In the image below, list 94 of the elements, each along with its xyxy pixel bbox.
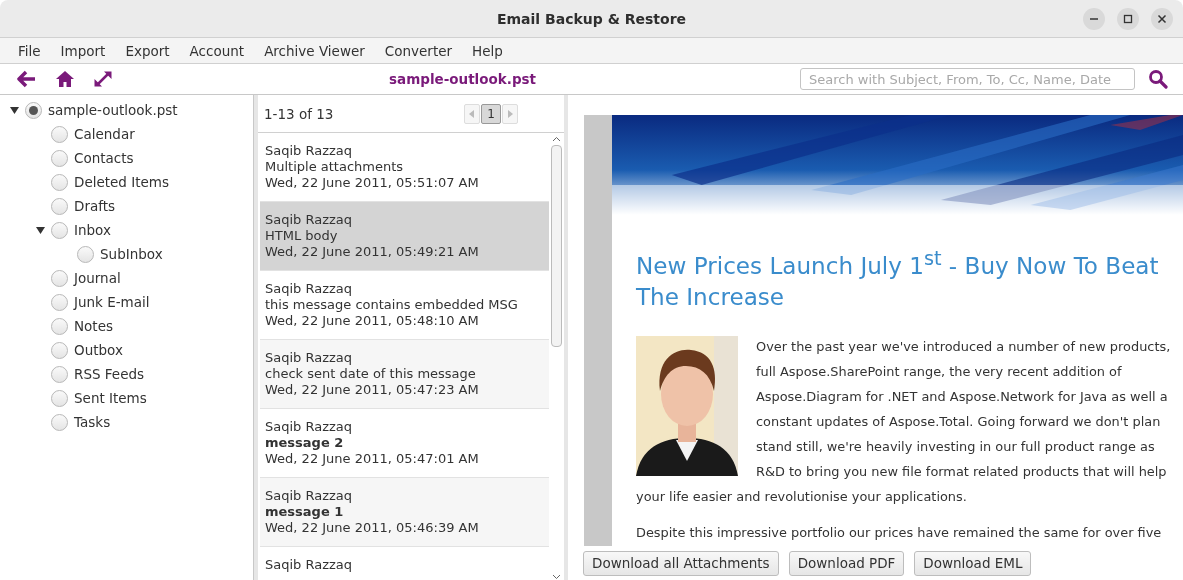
radio-button[interactable] — [51, 197, 68, 215]
radio-button[interactable] — [51, 389, 68, 407]
back-arrow-icon[interactable] — [17, 70, 37, 88]
email-text: full Aspose.SharePoint range, the very recent addition of — [756, 362, 1123, 381]
folder-item[interactable]: Outbox — [74, 342, 123, 358]
sender-name: Saqib Razzaq — [265, 350, 354, 366]
radio-button[interactable] — [51, 293, 68, 311]
folder-item[interactable]: Drafts — [74, 198, 116, 214]
radio-button[interactable] — [51, 125, 68, 143]
folder-item[interactable]: sample-outlook.pst — [48, 102, 178, 118]
message-item[interactable]: Saqib Razzaq HTML body Wed, 22 June 2011, 05:49:21 AM — [260, 202, 549, 271]
menu-item[interactable]: Account — [179, 42, 255, 59]
minimize-icon — [1089, 18, 1099, 20]
radio-button[interactable] — [51, 221, 68, 239]
home-icon[interactable] — [55, 70, 75, 88]
caret-right-icon — [507, 109, 513, 118]
sender-name: Saqib Razzaq — [265, 281, 354, 297]
scroll-down-icon[interactable] — [552, 574, 561, 580]
email-text: R&D to bring you new file format related products that will help — [756, 462, 1168, 481]
scroll-up-icon[interactable] — [552, 136, 561, 142]
scrollbar-thumb[interactable] — [551, 145, 562, 347]
folder-item[interactable]: Sent Items — [74, 390, 147, 406]
message-subject: HTML body — [265, 228, 339, 244]
message-subject: check sent date of this message — [265, 366, 477, 382]
message-date: Wed, 22 June 2011, 05:51:07 AM — [265, 175, 480, 191]
menu-item[interactable]: Help — [462, 42, 513, 59]
email-text: stand still, we're heavily investing in our full product range as — [756, 437, 1156, 456]
radio-button[interactable] — [51, 365, 68, 383]
message-date: Wed, 22 June 2011, 05:47:01 AM — [265, 451, 480, 467]
folder-item[interactable]: Junk E-mail — [74, 294, 150, 310]
menu-item[interactable]: File — [8, 42, 51, 59]
message-date: Wed, 22 June 2011, 05:47:23 AM — [265, 382, 480, 398]
maximize-icon — [1123, 14, 1133, 24]
search-icon[interactable] — [1148, 69, 1168, 89]
email-text: constant updates of Aspose.Total. Going forward we don't plan — [756, 412, 1162, 431]
message-date: Wed, 22 June 2011, 05:48:10 AM — [265, 313, 480, 329]
sender-name: Saqib Razzaq — [265, 212, 354, 228]
radio-button[interactable] — [51, 317, 68, 335]
page-button[interactable]: 1 — [481, 103, 501, 124]
email-text: Despite this impressive portfolio our prices have remained the same for over five — [636, 523, 1163, 542]
message-item[interactable]: Saqib Razzaq check sent date of this message Wed, 22 June 2011, 05:47:23 AM — [260, 340, 549, 409]
folder-item[interactable]: RSS Feeds — [74, 366, 145, 382]
radio-button[interactable] — [51, 413, 68, 431]
message-subject: message 2 — [265, 435, 345, 451]
download-button[interactable]: Download EML — [914, 550, 1032, 576]
folder-item[interactable]: SubInbox — [100, 246, 163, 262]
search-field[interactable]: Search with Subject, From, To, Cc, Name, Date — [800, 68, 1135, 90]
message-subject: this message contains embedded MSG — [265, 297, 519, 313]
radio-button[interactable] — [51, 341, 68, 359]
message-subject: Multiple attachments — [265, 159, 405, 175]
collapse-arrow-icon[interactable] — [36, 225, 45, 235]
folder-item[interactable]: Inbox — [74, 222, 111, 238]
message-count: 1-13 of 13 — [264, 105, 334, 122]
minimize-button[interactable] — [1083, 8, 1105, 30]
window-title: Email Backup & Restore — [496, 10, 687, 27]
collapse-arrow-icon[interactable] — [10, 105, 19, 115]
menu-item[interactable]: Converter — [374, 42, 463, 59]
sender-name: Saqib Razzaq — [265, 557, 354, 573]
sender-name: Saqib Razzaq — [265, 143, 354, 159]
next-page-button[interactable] — [502, 103, 518, 124]
email-heading: New Prices Launch July 1$^{st}$ - Buy Now To Beat — [636, 246, 1160, 281]
previous-page-button[interactable] — [464, 103, 480, 124]
menu-item[interactable]: Import — [50, 42, 116, 59]
radio-button[interactable] — [51, 149, 68, 167]
close-button[interactable] — [1151, 8, 1173, 30]
expand-icon[interactable] — [93, 70, 113, 88]
radio-button[interactable] — [25, 101, 42, 119]
folder-item[interactable]: Contacts — [74, 150, 134, 166]
file-name: sample-outlook.pst — [389, 71, 537, 87]
sender-name: Saqib Razzaq — [265, 419, 354, 435]
email-text: your life easier and revolutionise your applications. — [636, 487, 968, 506]
download-button[interactable]: Download PDF — [788, 550, 905, 576]
folder-item[interactable]: Tasks — [74, 414, 111, 430]
message-item[interactable]: Saqib Razzaq message 1 Wed, 22 June 2011, 05:46:39 AM — [260, 478, 549, 547]
close-icon — [1157, 14, 1167, 24]
message-subject: message 1 — [265, 504, 345, 520]
menu-item[interactable]: Archive Viewer — [254, 42, 375, 59]
message-date: Wed, 22 June 2011, 05:46:39 AM — [265, 520, 480, 536]
radio-button[interactable] — [77, 245, 94, 263]
folder-item[interactable]: Deleted Items — [74, 174, 169, 190]
menu-item[interactable]: Export — [115, 42, 180, 59]
radio-button[interactable] — [51, 173, 68, 191]
folder-item[interactable]: Journal — [74, 270, 121, 286]
message-date: Wed, 22 June 2011, 05:49:21 AM — [265, 244, 480, 260]
folder-item[interactable]: Calendar — [74, 126, 135, 142]
maximize-button[interactable] — [1117, 8, 1139, 30]
email-text: Aspose.Diagram for .NET and Aspose.Network for Java as well a — [756, 387, 1169, 406]
caret-left-icon — [469, 109, 475, 118]
folder-item[interactable]: Notes — [74, 318, 113, 334]
email-heading: The Increase — [636, 282, 786, 312]
email-text: Over the past year we've introduced a number of new products, — [756, 337, 1171, 356]
radio-button[interactable] — [51, 269, 68, 287]
sender-name: Saqib Razzaq — [265, 488, 354, 504]
download-button[interactable]: Download all Attachments — [583, 550, 779, 576]
